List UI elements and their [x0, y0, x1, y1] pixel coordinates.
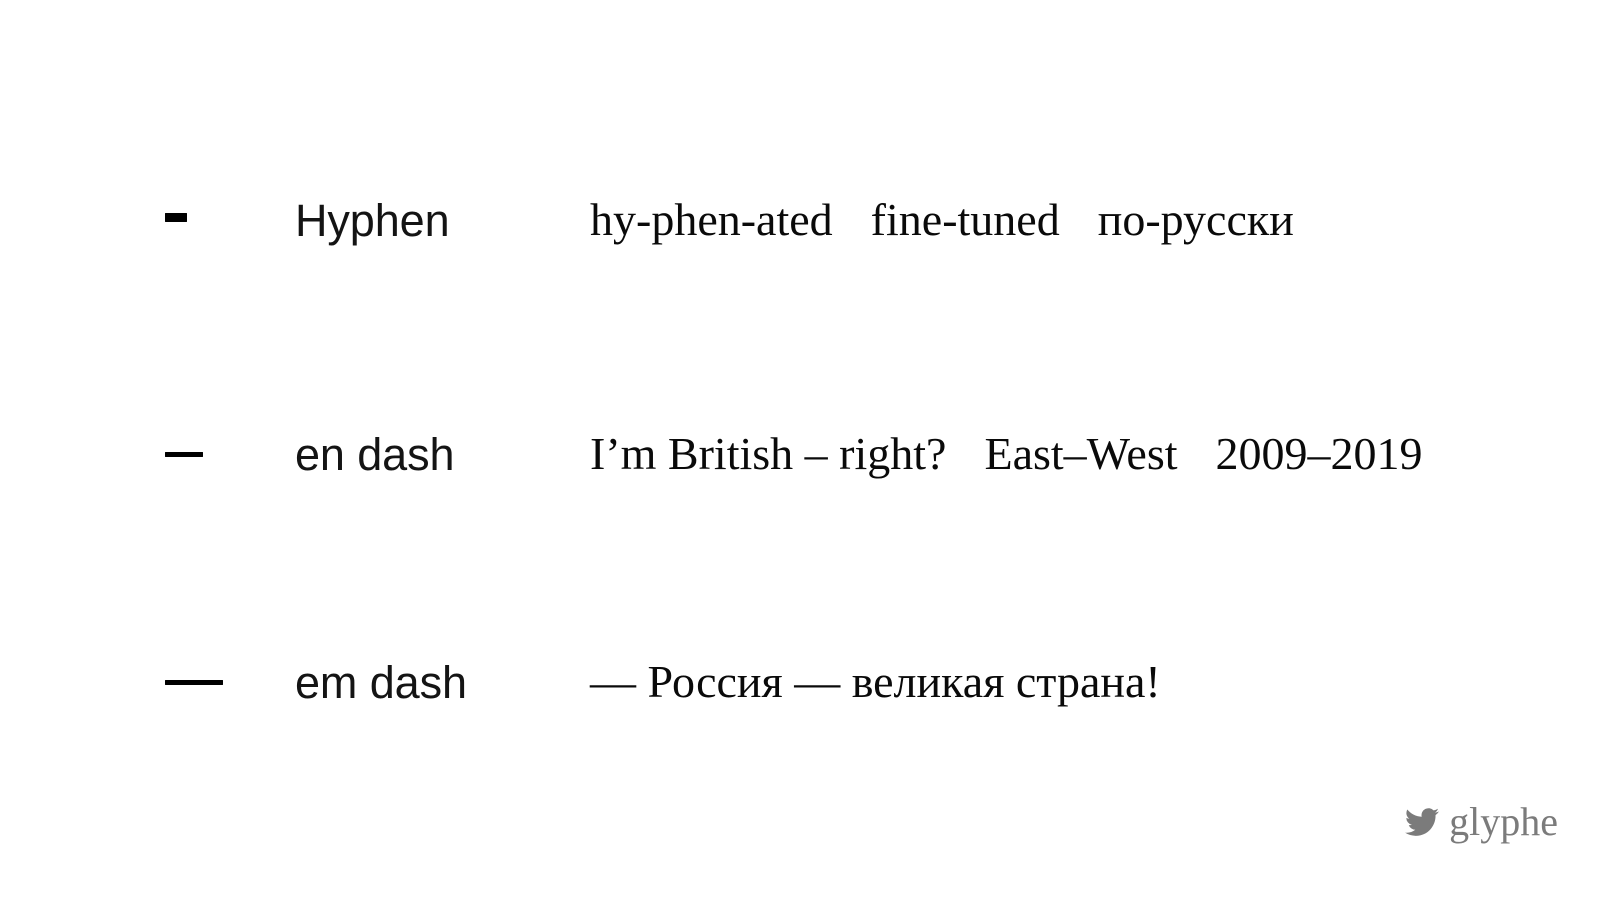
dash-name-en-dash: en dash [295, 428, 455, 480]
dash-name-em-dash: em dash [295, 656, 467, 708]
dash-name-hyphen: Hyphen [295, 194, 450, 246]
watermark: glyphe [1405, 802, 1558, 842]
typography-slide: - Hyphen hy-phen-ated fine-tuned по-русс… [0, 0, 1600, 900]
em-dash-glyph-cell: — [165, 622, 295, 742]
dash-row-en-dash: – en dash I’m British – right? East–West… [0, 394, 1600, 514]
dash-row-em-dash: — em dash — Россия — великая страна! [0, 622, 1600, 742]
en-dash-glyph-cell: – [165, 394, 295, 514]
dash-examples-en-dash: I’m British – right? East–West 2009–2019 [590, 431, 1423, 477]
em-dash-glyph-icon [165, 680, 223, 685]
dash-examples-em-dash: — Россия — великая страна! [590, 659, 1161, 705]
hyphen-glyph-cell: - [165, 160, 295, 280]
example-im-british-right: I’m British – right? [590, 428, 947, 479]
example-po-russki: по-русски [1097, 194, 1294, 245]
dash-examples-hyphen: hy-phen-ated fine-tuned по-русски [590, 197, 1294, 243]
watermark-handle: glyphe [1449, 799, 1558, 844]
twitter-bird-icon [1405, 805, 1440, 839]
example-year-range: 2009–2019 [1215, 428, 1423, 479]
dash-row-hyphen: - Hyphen hy-phen-ated fine-tuned по-русс… [0, 160, 1600, 280]
en-dash-glyph-icon [165, 452, 203, 457]
example-fine-tuned: fine-tuned [870, 194, 1060, 245]
hyphen-glyph-icon [165, 212, 187, 222]
example-east-west: East–West [984, 428, 1178, 479]
example-hyphenated: hy-phen-ated [590, 194, 833, 245]
example-rossiya-velikaya-strana: — Россия — великая страна! [590, 656, 1161, 707]
